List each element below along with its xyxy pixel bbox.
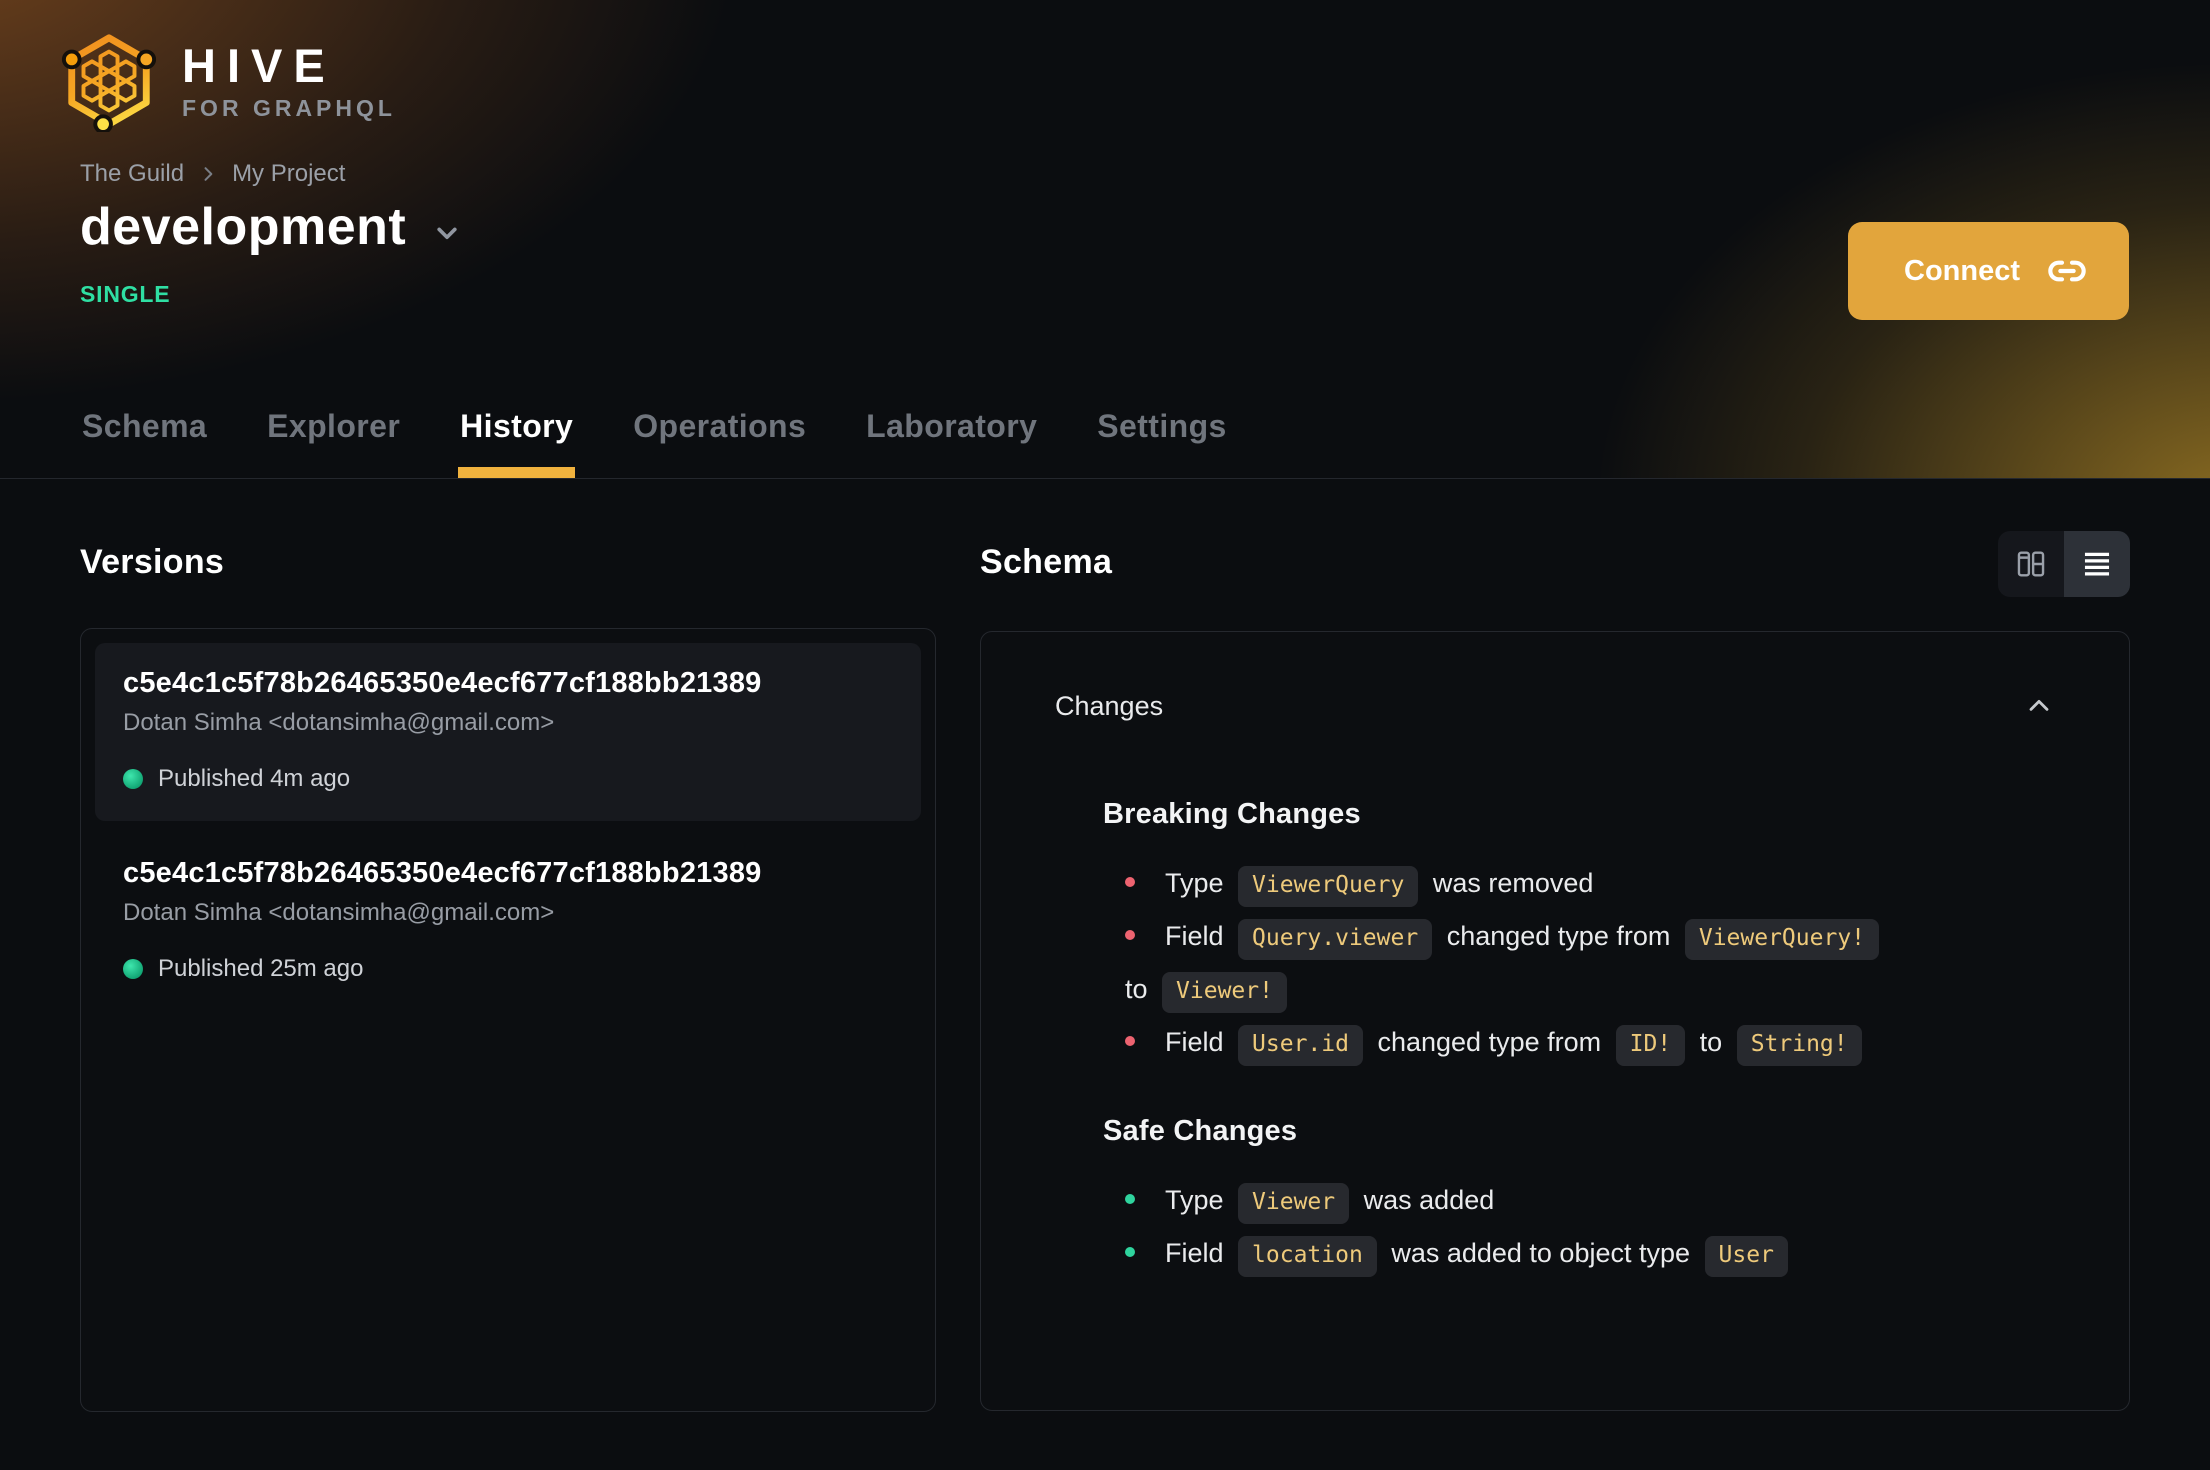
brand-name: HIVE (182, 39, 336, 92)
tab-history[interactable]: History (458, 408, 576, 478)
breadcrumb: The Guild My Project (80, 160, 345, 188)
change-list: Type Viewer was added Field location was … (1103, 1174, 2055, 1280)
versions-list: c5e4c1c5f78b26465350e4ecf677cf188bb21389… (80, 628, 936, 1412)
code-chip: Viewer! (1162, 972, 1287, 1013)
tab-settings[interactable]: Settings (1095, 408, 1228, 478)
change-item: Type ViewerQuery was removed (1125, 857, 2055, 910)
list-view-button[interactable] (2064, 531, 2130, 597)
page-header: HIVE FOR GRAPHQL The Guild My Project de… (0, 0, 2210, 479)
change-text: Field (1165, 1238, 1232, 1268)
change-text: to (1125, 974, 1156, 1004)
version-status-row: Published 25m ago (123, 955, 893, 983)
change-text: Type (1165, 868, 1232, 898)
code-chip: ViewerQuery! (1684, 919, 1880, 960)
version-card[interactable]: c5e4c1c5f78b26465350e4ecf677cf188bb21389… (95, 643, 921, 821)
version-author: Dotan Simha <dotansimha@gmail.com> (123, 709, 555, 736)
tab-label: History (460, 408, 574, 444)
change-group-breaking: Breaking Changes Type ViewerQuery was rem… (1103, 798, 2055, 1069)
change-item: Field Query.viewer changed type from Vie… (1125, 910, 2055, 1016)
code-chip: ViewerQuery (1238, 866, 1419, 907)
change-text: changed type from (1439, 921, 1678, 951)
breadcrumb-org-link[interactable]: The Guild (80, 160, 184, 188)
change-text: was added (1356, 1185, 1495, 1215)
tab-label: Explorer (267, 408, 401, 444)
change-text: Field (1165, 921, 1232, 951)
change-group-safe: Safe Changes Type Viewer was added Field l… (1103, 1115, 2055, 1280)
version-card[interactable]: c5e4c1c5f78b26465350e4ecf677cf188bb21389… (95, 833, 921, 1011)
change-list: Type ViewerQuery was removed Field Query.… (1103, 857, 2055, 1069)
change-item: Field location was added to object type … (1125, 1227, 2055, 1280)
bullet-dot-icon (1125, 1194, 1135, 1205)
versions-column: Versions c5e4c1c5f78b26465350e4ecf677cf1… (80, 479, 936, 1412)
code-chip: User (1704, 1236, 1788, 1277)
tab-label: Schema (82, 408, 208, 444)
tab-explorer[interactable]: Explorer (265, 408, 402, 478)
bullet-dot-icon (1125, 1036, 1135, 1047)
version-hash: c5e4c1c5f78b26465350e4ecf677cf188bb21389 (123, 857, 762, 889)
active-tab-underline (458, 467, 576, 478)
changes-panel: Changes Breaking Changes Type ViewerQuery… (980, 631, 2130, 1411)
tab-label: Laboratory (866, 408, 1038, 444)
schema-column: Schema Changes Breaking Changes Type Vie… (980, 479, 2130, 1411)
target-selector[interactable]: development (80, 198, 464, 258)
tab-label: Operations (633, 408, 807, 444)
connect-button[interactable]: Connect (1848, 222, 2129, 320)
code-chip: Viewer (1238, 1183, 1350, 1224)
page-title: development (80, 198, 407, 256)
hive-logo-link[interactable]: HIVE FOR GRAPHQL (58, 30, 396, 132)
bullet-dot-icon (1125, 877, 1135, 888)
view-toggle (1998, 531, 2130, 597)
code-chip: String! (1736, 1025, 1862, 1066)
target-mode-badge: SINGLE (80, 281, 171, 307)
version-status: Published 25m ago (158, 955, 364, 982)
status-dot-icon (123, 769, 143, 789)
change-group-title: Safe Changes (1103, 1115, 1298, 1147)
change-text: was added to object type (1383, 1238, 1698, 1268)
change-text: to (1692, 1027, 1730, 1057)
hive-logo-icon (58, 30, 160, 132)
changes-body: Breaking Changes Type ViewerQuery was rem… (1103, 798, 2055, 1280)
connect-button-label: Connect (1904, 254, 2020, 287)
schema-heading: Schema (980, 543, 1113, 581)
change-item: Field User.id changed type from ID! to S… (1125, 1016, 2055, 1069)
columns-view-button[interactable] (1998, 531, 2064, 597)
change-text: Field (1165, 1027, 1232, 1057)
changes-collapse-toggle[interactable]: Changes (1055, 690, 2055, 722)
status-dot-icon (123, 959, 143, 979)
code-chip: ID! (1615, 1025, 1686, 1066)
change-group-title: Breaking Changes (1103, 798, 1361, 830)
code-chip: location (1238, 1236, 1377, 1277)
main-content: Versions c5e4c1c5f78b26465350e4ecf677cf1… (0, 479, 2210, 1412)
bullet-dot-icon (1125, 930, 1135, 941)
tab-schema[interactable]: Schema (80, 408, 209, 478)
tab-bar: Schema Explorer History Operations Labor… (80, 408, 1229, 478)
tab-operations[interactable]: Operations (631, 408, 808, 478)
brand-tagline: FOR GRAPHQL (182, 95, 396, 121)
schema-header: Schema (980, 479, 2130, 597)
change-text: Type (1165, 1185, 1232, 1215)
brand-wordmark: HIVE FOR GRAPHQL (182, 42, 396, 120)
chevron-right-icon (198, 164, 218, 184)
list-view-icon (2080, 547, 2114, 581)
version-status-row: Published 4m ago (123, 765, 893, 793)
breadcrumb-project-link[interactable]: My Project (232, 160, 345, 188)
change-item: Type Viewer was added (1125, 1174, 2055, 1227)
version-status: Published 4m ago (158, 765, 351, 792)
code-chip: Query.viewer (1238, 919, 1433, 960)
chevron-down-icon (430, 216, 464, 250)
version-author: Dotan Simha <dotansimha@gmail.com> (123, 899, 555, 926)
version-hash: c5e4c1c5f78b26465350e4ecf677cf188bb21389 (123, 667, 762, 699)
bullet-dot-icon (1125, 1247, 1135, 1258)
tab-label: Settings (1097, 408, 1227, 444)
link-icon (2047, 251, 2087, 291)
changes-title: Changes (1055, 690, 1164, 721)
code-chip: User.id (1238, 1025, 1363, 1066)
tab-laboratory[interactable]: Laboratory (864, 408, 1039, 478)
versions-heading: Versions (80, 543, 225, 581)
change-text: was removed (1425, 868, 1594, 898)
chevron-up-icon (2023, 690, 2055, 722)
change-text: changed type from (1369, 1027, 1609, 1057)
columns-view-icon (2014, 547, 2048, 581)
